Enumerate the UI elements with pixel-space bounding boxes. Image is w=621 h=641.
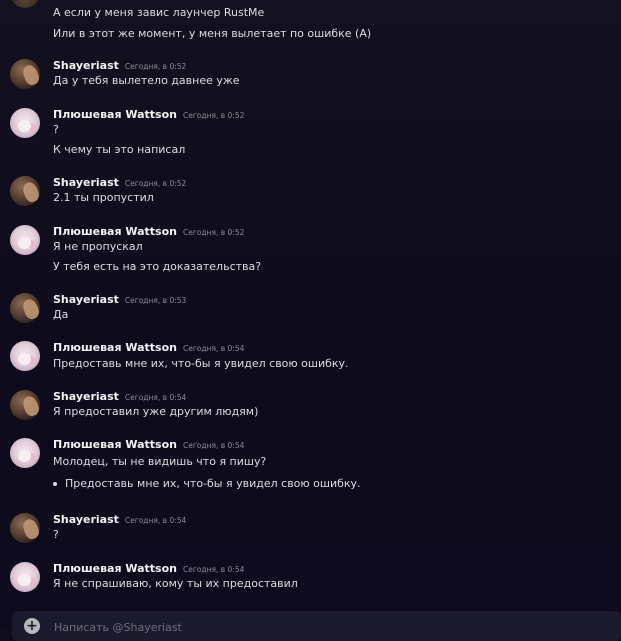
message-text: Да: [53, 308, 69, 321]
list-item: Предоставь мне их, что-бы я увидел свою …: [65, 477, 361, 490]
timestamp: Сегодня, в 0:54: [183, 441, 245, 450]
avatar[interactable]: [10, 341, 40, 371]
message-header: Плюшевая Wattson Сегодня, в 0:54: [53, 341, 244, 356]
bullet-icon: [53, 482, 57, 486]
message-header: Плюшевая Wattson Сегодня, в 0:54: [53, 438, 244, 453]
message-header: Shayeriast Сегодня, в 0:54: [53, 513, 186, 528]
message-text: Предоставь мне их, что-бы я увидел свою …: [53, 357, 349, 370]
author-name[interactable]: Плюшевая Wattson: [53, 562, 177, 575]
author-name[interactable]: Плюшевая Wattson: [53, 341, 177, 354]
avatar[interactable]: [10, 513, 40, 543]
avatar[interactable]: [10, 176, 40, 206]
message-header: Плюшевая Wattson Сегодня, в 0:52: [53, 225, 244, 240]
message-text: Молодец, ты не видишь что я пишу?: [53, 455, 267, 468]
message-text: Я предоставил уже другим людям): [53, 405, 259, 418]
avatar[interactable]: [10, 438, 40, 468]
message-header: Плюшевая Wattson Сегодня, в 0:52: [53, 108, 244, 123]
message-header: Плюшевая Wattson Сегодня, в 0:54: [53, 562, 244, 577]
timestamp: Сегодня, в 0:54: [124, 393, 187, 402]
message-text: Я не пропускал: [53, 240, 143, 253]
author-name[interactable]: Shayeriast: [53, 390, 119, 403]
author-name[interactable]: Shayeriast: [53, 176, 119, 189]
message-text: Или в этот же момент, у меня вылетает по…: [53, 27, 372, 40]
timestamp: Сегодня, в 0:52: [124, 62, 187, 71]
timestamp: Сегодня, в 0:52: [183, 228, 245, 237]
author-name[interactable]: Shayeriast: [53, 59, 119, 72]
author-name[interactable]: Плюшевая Wattson: [53, 438, 177, 451]
message-header: Shayeriast Сегодня, в 0:53: [53, 293, 186, 308]
avatar[interactable]: [10, 59, 40, 89]
author-name[interactable]: Плюшевая Wattson: [53, 108, 177, 121]
timestamp: Сегодня, в 0:54: [183, 344, 245, 353]
chat-view: А если у меня завис лаунчер RustMe Или в…: [0, 0, 621, 641]
avatar[interactable]: [10, 0, 40, 8]
add-attachment-icon[interactable]: +: [24, 618, 40, 634]
avatar[interactable]: [10, 562, 40, 592]
message-text: А если у меня завис лаунчер RustMe: [53, 6, 265, 19]
message-text: К чему ты это написал: [53, 143, 186, 156]
message-text: ?: [53, 528, 59, 541]
timestamp: Сегодня, в 0:52: [183, 111, 245, 120]
avatar[interactable]: [10, 108, 40, 138]
message-header: Shayeriast Сегодня, в 0:52: [53, 59, 186, 74]
avatar[interactable]: [10, 293, 40, 323]
message-text: ?: [53, 123, 59, 136]
message-composer: +: [12, 611, 621, 641]
timestamp: Сегодня, в 0:53: [124, 296, 187, 305]
message-text: Да у тебя вылетело давнее уже: [53, 74, 240, 87]
avatar[interactable]: [10, 225, 40, 255]
author-name[interactable]: Плюшевая Wattson: [53, 225, 177, 238]
message-text: Я не спрашиваю, кому ты их предоставил: [53, 577, 298, 590]
message-text: 2.1 ты пропустил: [53, 191, 154, 204]
author-name[interactable]: Shayeriast: [53, 293, 119, 306]
author-name[interactable]: Shayeriast: [53, 513, 119, 526]
timestamp: Сегодня, в 0:54: [124, 516, 187, 525]
avatar[interactable]: [10, 390, 40, 420]
message-input[interactable]: [52, 617, 596, 637]
timestamp: Сегодня, в 0:54: [183, 565, 245, 574]
timestamp: Сегодня, в 0:52: [124, 179, 187, 188]
message-text: У тебя есть на это доказательства?: [53, 260, 262, 273]
message-header: Shayeriast Сегодня, в 0:52: [53, 176, 186, 191]
message-header: Shayeriast Сегодня, в 0:54: [53, 390, 186, 405]
